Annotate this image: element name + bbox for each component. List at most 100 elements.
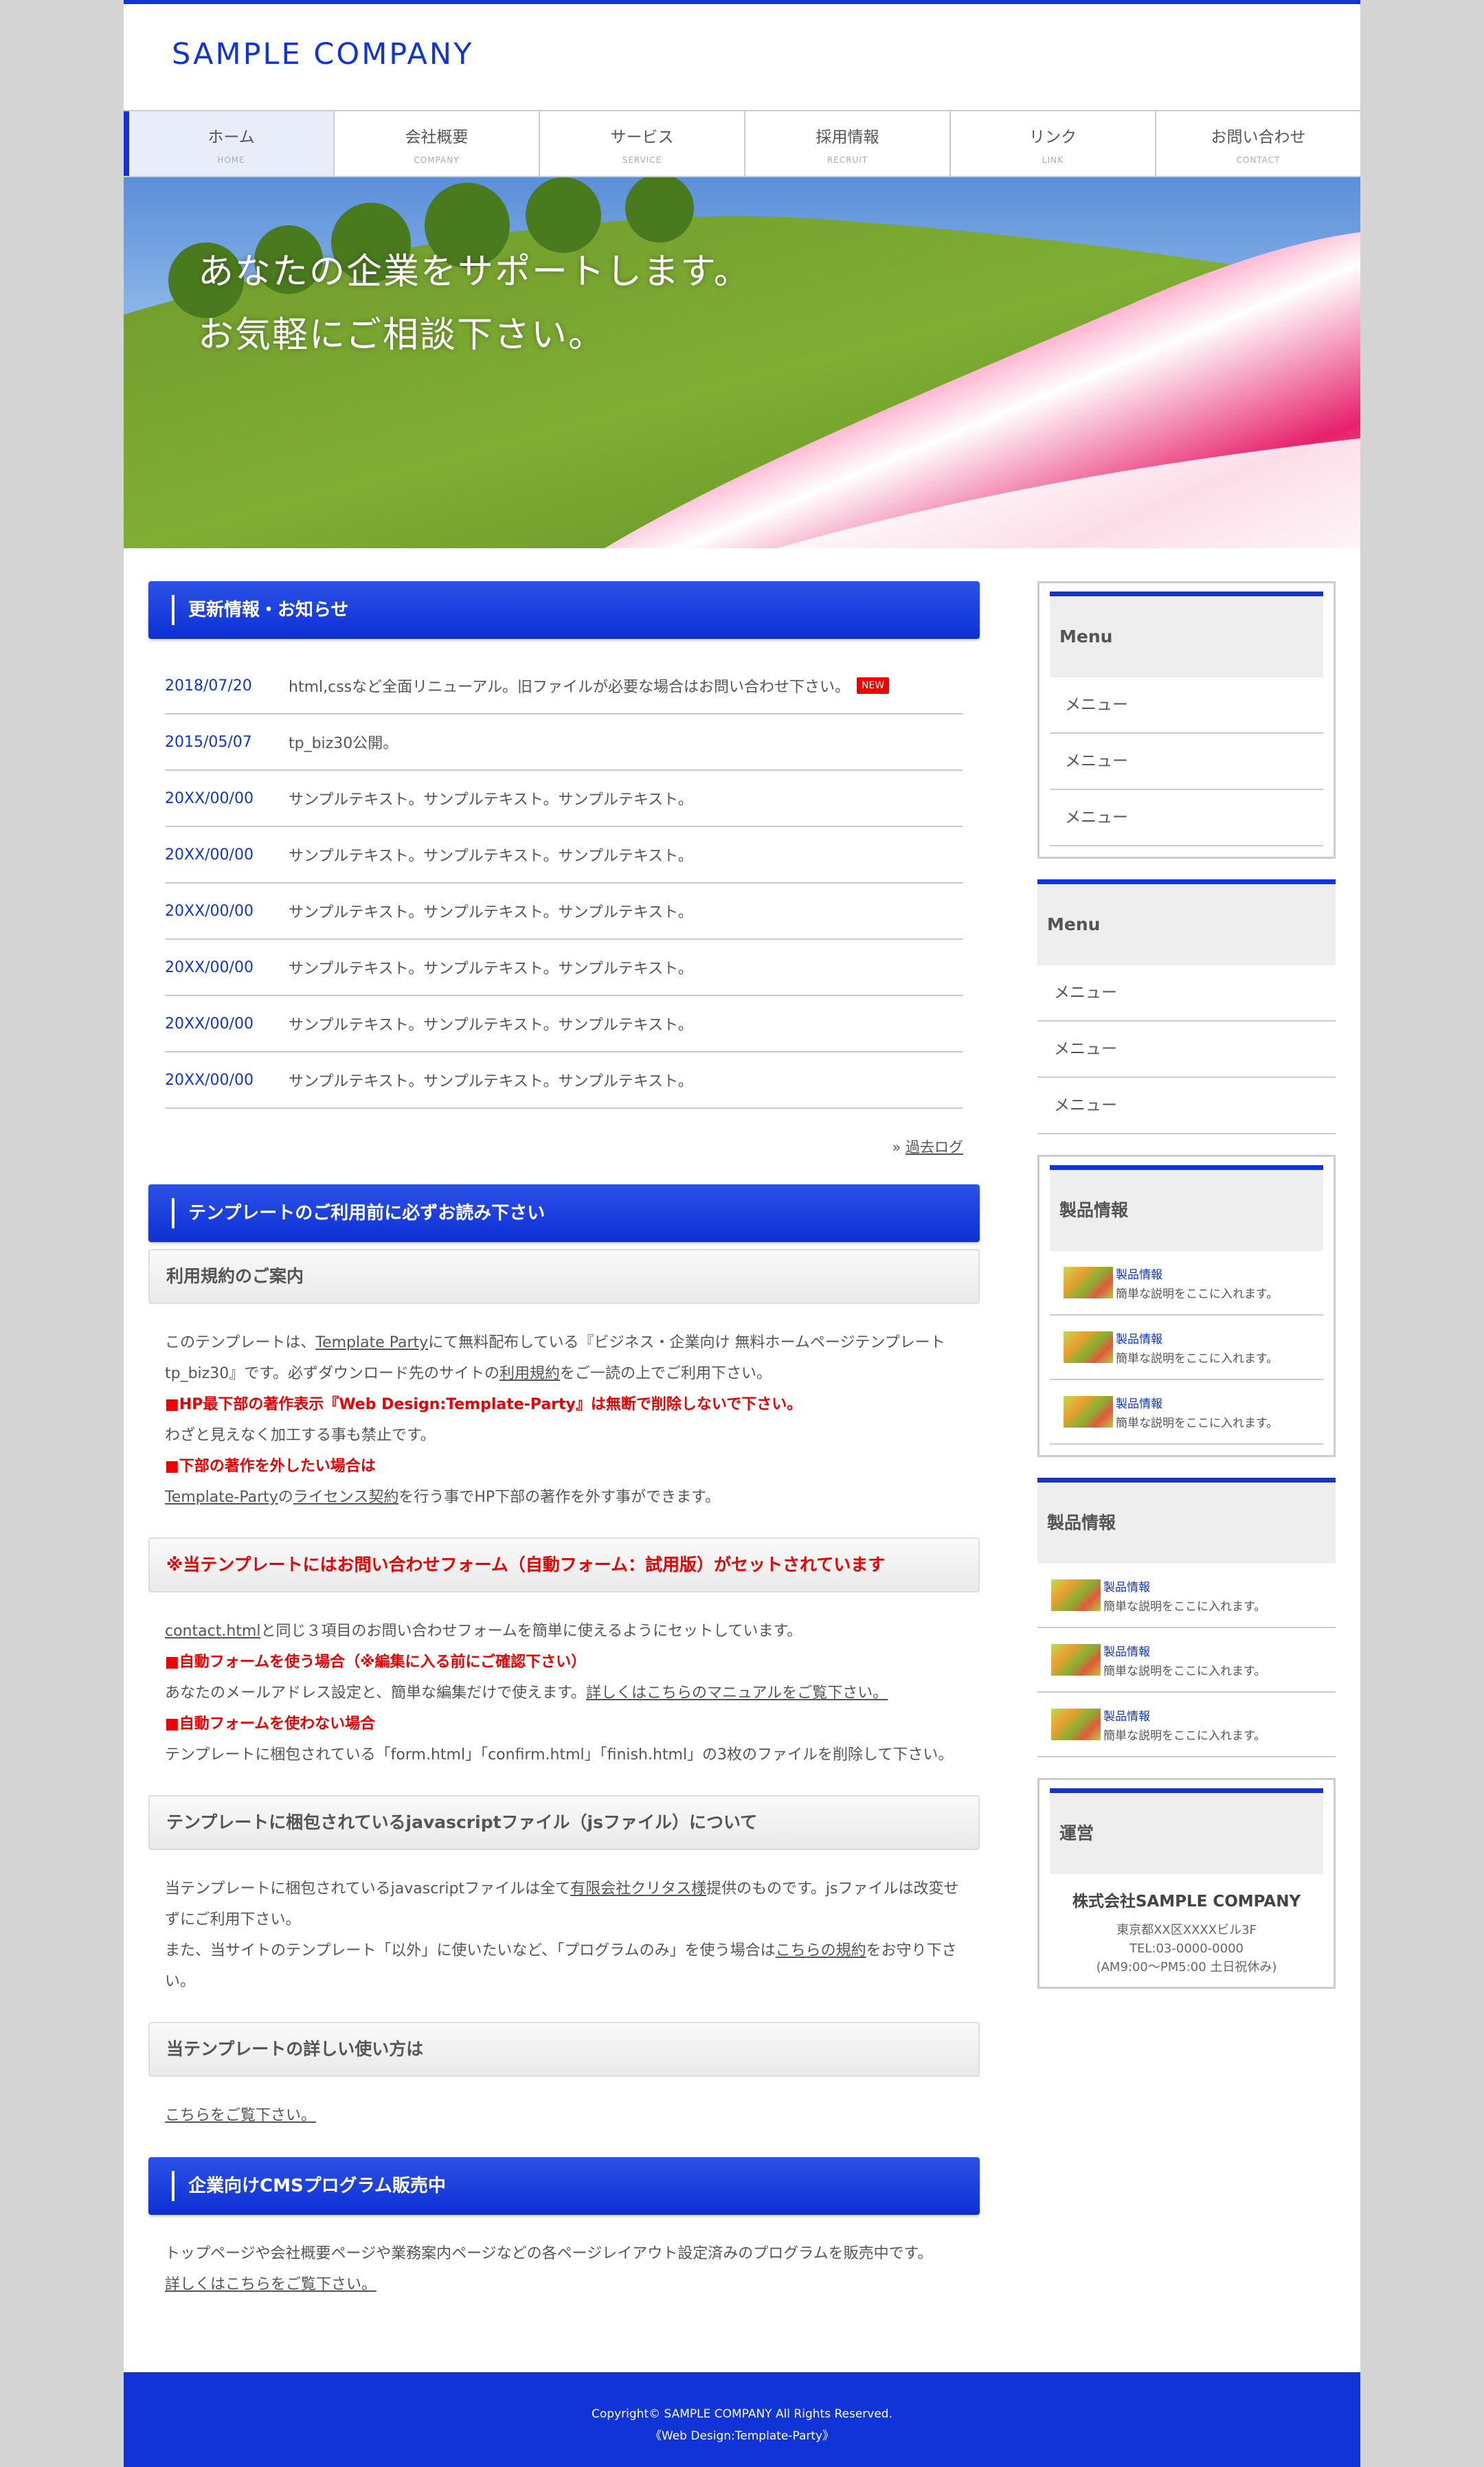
- text: の: [278, 1489, 293, 1506]
- form-use-heading: ■自動フォームを使う場合（※編集に入る前にご確認下さい）: [165, 1654, 587, 1671]
- company-name: 株式会社SAMPLE COMPANY: [1072, 1893, 1301, 1911]
- product-title: 製品情報: [1116, 1332, 1162, 1347]
- contact-html-link[interactable]: contact.html: [165, 1623, 260, 1640]
- footer-credit[interactable]: 《Web Design:Template-Party》: [124, 2425, 1360, 2447]
- product-desc: 簡単な説明をここに入れます。: [1103, 1599, 1266, 1614]
- terms-link[interactable]: 利用規約: [499, 1365, 560, 1382]
- sidebar-menu-title: Menu: [1037, 879, 1336, 965]
- product-desc: 簡単な説明をここに入れます。: [1116, 1416, 1279, 1430]
- hero-catchcopy: あなたの企業をサポートします。 お気軽にご相談下さい。: [198, 240, 751, 367]
- copyright-warning: ■HP最下部の著作表示『Web Design:Template-Party』は無…: [165, 1396, 802, 1413]
- company-address: 東京都XX区XXXXビル3F: [1116, 1923, 1257, 1937]
- new-badge: NEW: [857, 677, 890, 694]
- nav-service[interactable]: サービス SERVICE: [540, 111, 745, 176]
- product-desc: 簡単な説明をここに入れます。: [1116, 1351, 1279, 1366]
- text: また、当サイトのテンプレート「以外」に使いたいなど、「プログラムのみ」を使う場合…: [165, 1942, 776, 1959]
- usage-link[interactable]: こちらをご覧下さい。: [165, 2107, 316, 2124]
- sidebar-menu-item[interactable]: メニュー: [1037, 965, 1336, 1022]
- news-item: 2018/07/20 html,cssなど全面リニューアル。旧ファイルが必要な場合…: [165, 658, 963, 714]
- sidebar-menu-item[interactable]: メニュー: [1050, 677, 1323, 734]
- js-paragraph: 当テンプレートに梱包されているjavascriptファイルは全て有限会社クリタス…: [165, 1873, 963, 1935]
- news-text: tp_biz30公開。: [289, 735, 398, 752]
- form-text: contact.htmlと同じ３項目のお問い合わせフォームを簡単に使えるようにセ…: [148, 1592, 980, 1770]
- product-item[interactable]: 製品情報 簡単な説明をここに入れます。: [1050, 1251, 1323, 1316]
- company-hours: (AM9:00～PM5:00 土日祝休み): [1096, 1960, 1277, 1974]
- news-date: 20XX/00/00: [165, 1071, 254, 1089]
- product-desc: 簡単な説明をここに入れます。: [1103, 1664, 1266, 1678]
- product-desc: 簡単な説明をここに入れます。: [1116, 1287, 1279, 1301]
- sidebar-products-plain: 製品情報 製品情報 簡単な説明をここに入れます。 製品情報 簡単な説明をここに入れま…: [1037, 1478, 1336, 1757]
- license-link[interactable]: ライセンス契約: [293, 1489, 399, 1506]
- news-date: 20XX/00/00: [165, 789, 254, 807]
- nav-link[interactable]: リンク LINK: [951, 111, 1156, 176]
- sidebar-menu-item[interactable]: メニュー: [1037, 1022, 1336, 1078]
- product-item[interactable]: 製品情報 簡単な説明をここに入れます。: [1050, 1380, 1323, 1445]
- product-item[interactable]: 製品情報簡単な説明をここに入れます。: [1050, 1316, 1323, 1380]
- footer: Copyright© SAMPLE COMPANY All Rights Res…: [124, 2372, 1360, 2467]
- past-log-prefix: »: [892, 1139, 906, 1156]
- js-heading: テンプレートに梱包されているjavascriptファイル（jsファイル）について: [148, 1795, 980, 1850]
- news-date: 20XX/00/00: [165, 902, 254, 920]
- product-thumbnail: [1064, 1396, 1113, 1428]
- text: あなたのメールアドレス設定と、簡単な編集だけで使えます。: [165, 1685, 586, 1702]
- nav-label: リンク: [1029, 128, 1077, 146]
- js-paragraph: また、当サイトのテンプレート「以外」に使いたいなど、「プログラムのみ」を使う場合…: [165, 1935, 963, 1997]
- hero-line-1: あなたの企業をサポートします。: [198, 251, 751, 293]
- template-party-link[interactable]: Template-Party: [165, 1489, 278, 1506]
- nav-label: 採用情報: [816, 128, 879, 146]
- text: このテンプレートは、: [165, 1334, 316, 1351]
- news-date: 20XX/00/00: [165, 958, 254, 976]
- product-title: 製品情報: [1103, 1709, 1150, 1724]
- company-tel: TEL:03-0000-0000: [1129, 1941, 1244, 1956]
- news-item: 20XX/00/00 サンプルテキスト。サンプルテキスト。サンプルテキスト。: [165, 883, 963, 940]
- news-date: 2018/07/20: [165, 677, 252, 695]
- past-log-link[interactable]: 過去ログ: [906, 1139, 963, 1156]
- kuritasu-link[interactable]: 有限会社クリタス様: [570, 1880, 706, 1897]
- nav-label: 会社概要: [405, 128, 469, 146]
- footer-copyright: Copyright© SAMPLE COMPANY All Rights Res…: [592, 2407, 892, 2421]
- product-item[interactable]: 製品情報簡単な説明をここに入れます。: [1037, 1564, 1336, 1628]
- product-item[interactable]: 製品情報 簡単な説明をここに入れます。: [1037, 1693, 1336, 1757]
- nav-sub: HOME: [217, 155, 245, 165]
- form-nouse-paragraph: テンプレートに梱包されている「form.html」「confirm.html」「…: [165, 1746, 954, 1764]
- copyright-remove-heading: ■下部の著作を外したい場合は: [165, 1458, 376, 1475]
- sidebar-menu-item[interactable]: メニュー: [1050, 790, 1323, 846]
- news-date: 2015/05/07: [165, 733, 252, 751]
- product-title: 製品情報: [1103, 1580, 1150, 1595]
- cms-link[interactable]: 詳しくはこちらをご覧下さい。: [165, 2276, 376, 2293]
- nav-sub: SERVICE: [622, 155, 662, 165]
- news-text: サンプルテキスト。サンプルテキスト。サンプルテキスト。: [289, 960, 693, 978]
- sidebar-products-box: 製品情報 製品情報 簡単な説明をここに入れます。 製品情報 簡単な説明をここに入れま…: [1037, 1155, 1336, 1457]
- news-item: 2015/05/07 tp_biz30公開。: [165, 714, 963, 771]
- text: と同じ３項目のお問い合わせフォームを簡単に使えるようにセットしています。: [260, 1623, 802, 1640]
- nav-home[interactable]: ホーム HOME: [124, 111, 335, 176]
- product-thumbnail: [1051, 1579, 1101, 1611]
- nav-company[interactable]: 会社概要 COMPANY: [335, 111, 540, 176]
- product-thumbnail: [1064, 1267, 1113, 1298]
- program-terms-link[interactable]: こちらの規約: [776, 1942, 866, 1959]
- manual-link[interactable]: 詳しくはこちらのマニュアルをご覧下さい。: [586, 1685, 888, 1702]
- nav-recruit[interactable]: 採用情報 RECRUIT: [745, 111, 951, 176]
- sidebar-operator-box: 運営 株式会社SAMPLE COMPANY 東京都XX区XXXXビル3F TEL…: [1037, 1778, 1336, 1989]
- nav-label: サービス: [610, 128, 674, 146]
- product-thumbnail: [1051, 1709, 1101, 1740]
- sidebar-menu-item[interactable]: メニュー: [1037, 1078, 1336, 1134]
- nav-sub: RECRUIT: [827, 155, 868, 165]
- text: を行う事でHP下部の著作を外す事ができます。: [398, 1489, 720, 1506]
- nav-contact[interactable]: お問い合わせ CONTACT: [1156, 111, 1360, 176]
- js-text: 当テンプレートに梱包されているjavascriptファイルは全て有限会社クリタス…: [148, 1850, 980, 1997]
- site-logo[interactable]: SAMPLE COMPANY: [172, 37, 473, 71]
- sidebar-menu-title: Menu: [1050, 592, 1323, 677]
- nav-sub: LINK: [1042, 155, 1064, 165]
- sidebar-menu-plain: Menu メニュー メニュー メニュー: [1037, 879, 1336, 1134]
- sidebar-operator-title: 運営: [1050, 1788, 1323, 1874]
- hero-line-2: お気軽にご相談下さい。: [198, 315, 605, 356]
- usage-text: こちらをご覧下さい。: [148, 2077, 980, 2131]
- company-info: 株式会社SAMPLE COMPANY 東京都XX区XXXXビル3F TEL:03…: [1050, 1874, 1323, 1976]
- product-item[interactable]: 製品情報 簡単な説明をここに入れます。: [1037, 1628, 1336, 1693]
- news-item: 20XX/00/00 サンプルテキスト。サンプルテキスト。サンプルテキスト。: [165, 827, 963, 883]
- sidebar-menu-item[interactable]: メニュー: [1050, 734, 1323, 790]
- template-party-link[interactable]: Template Party: [315, 1334, 428, 1351]
- page-container: SAMPLE COMPANY ホーム HOME 会社概要 COMPANY サービス S…: [124, 0, 1360, 2467]
- news-text: サンプルテキスト。サンプルテキスト。サンプルテキスト。: [289, 904, 693, 921]
